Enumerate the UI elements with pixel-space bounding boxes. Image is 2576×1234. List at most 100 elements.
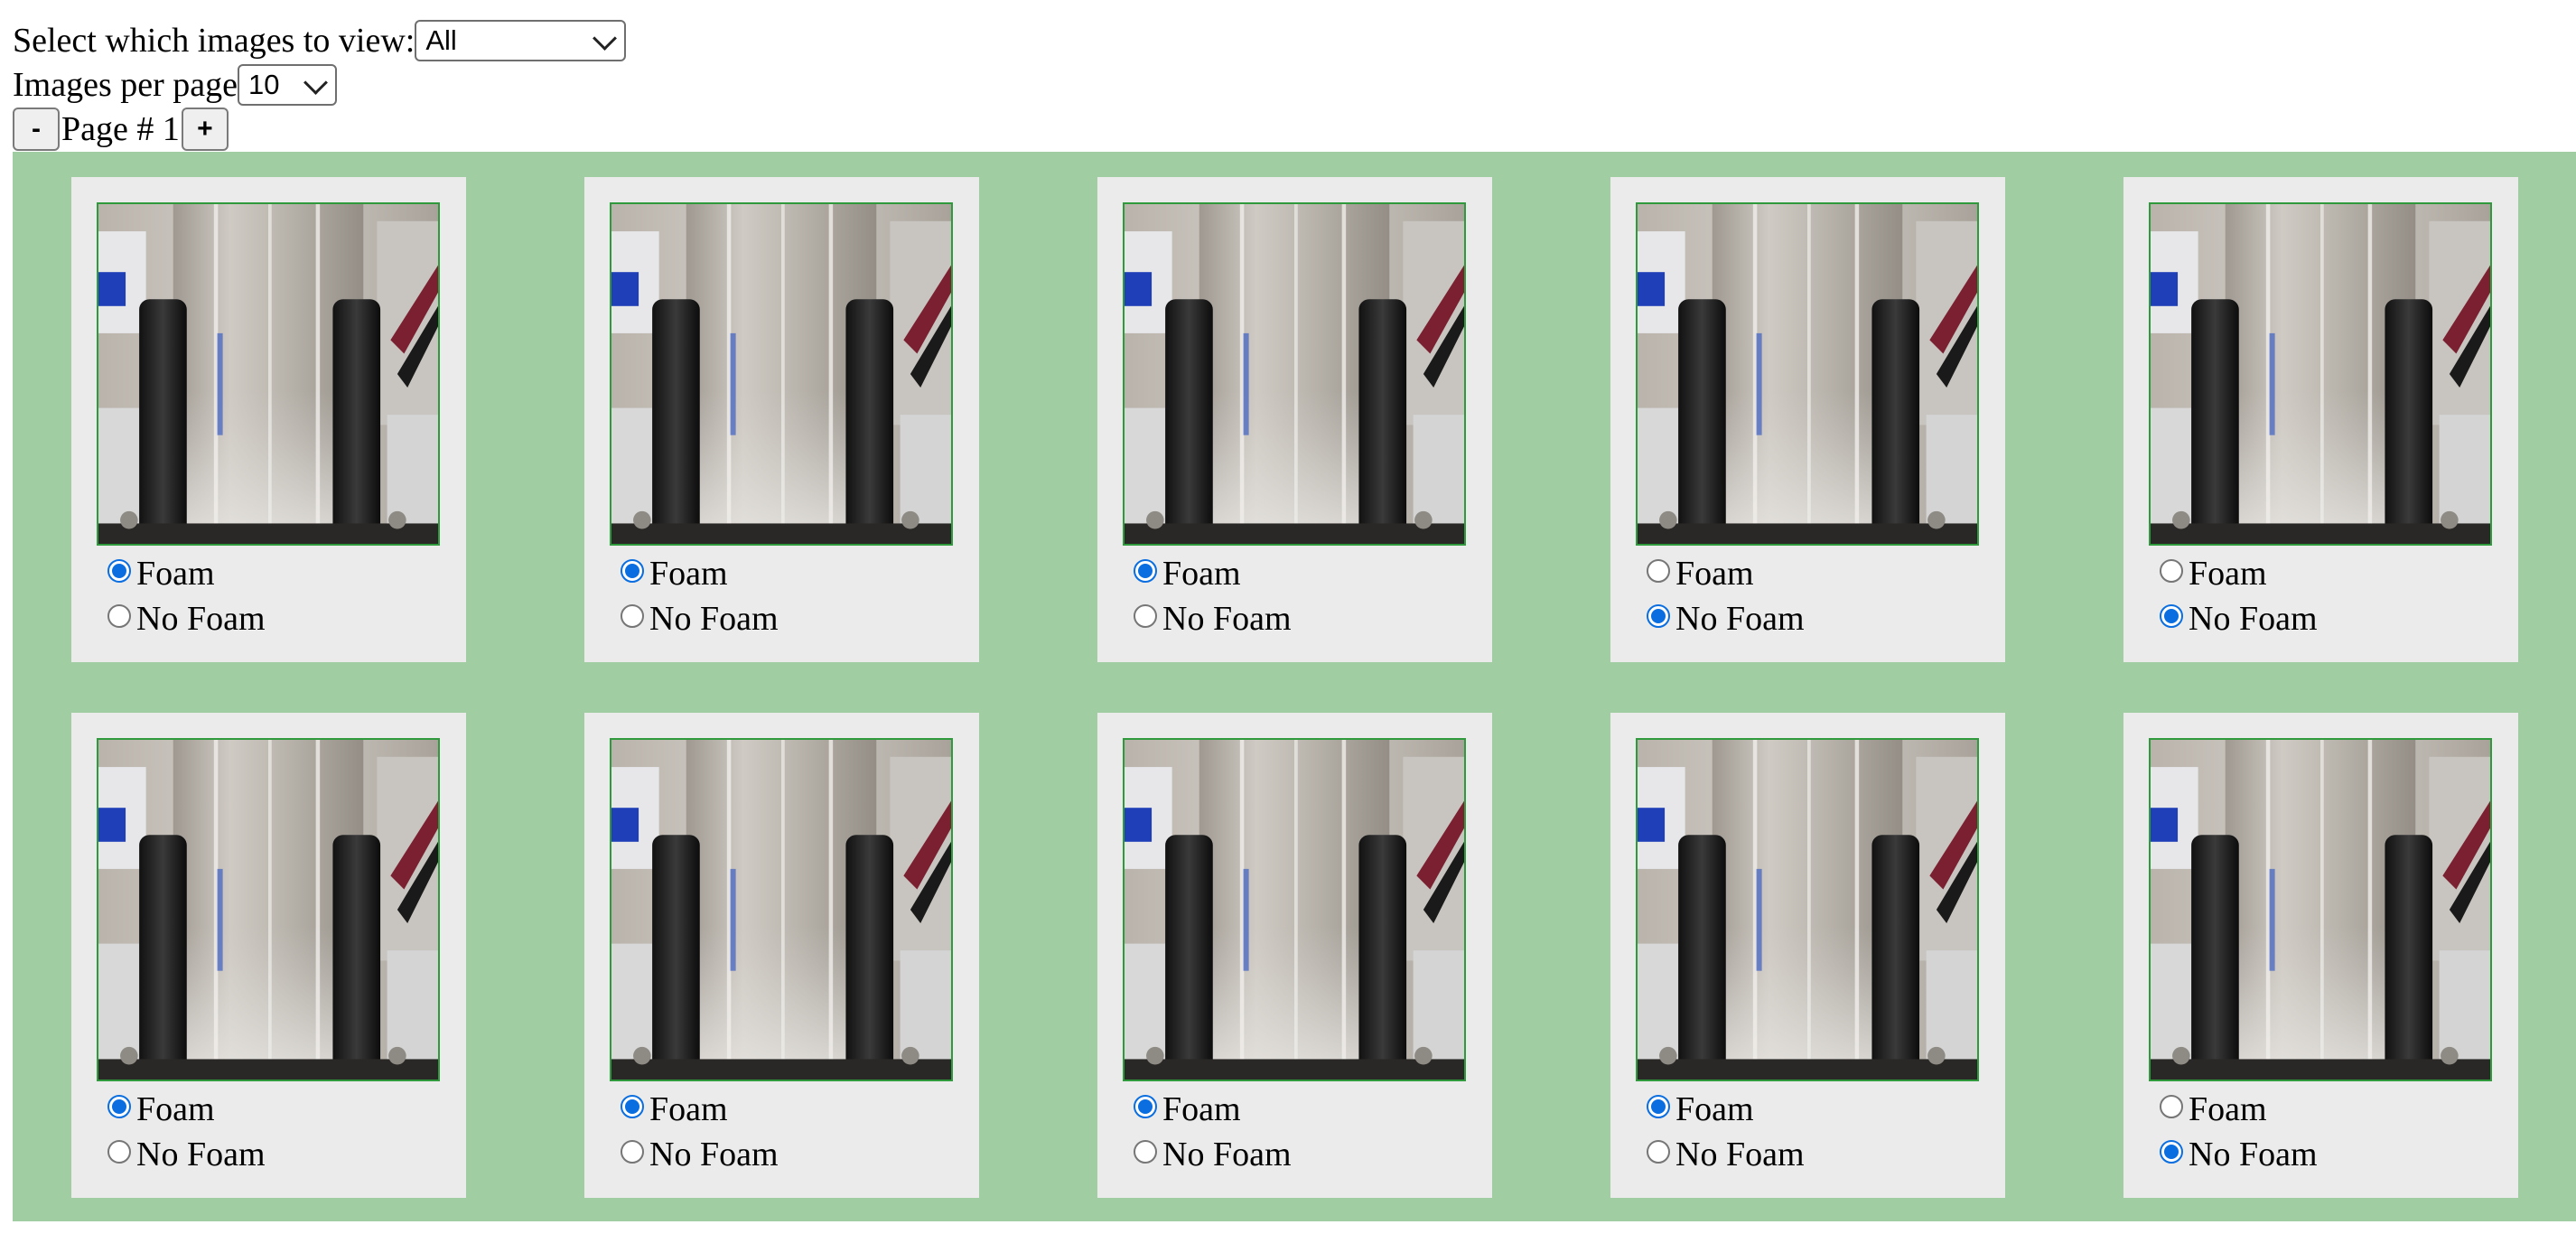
view-filter-value: All <box>425 24 457 56</box>
foam-radio-option[interactable]: Foam <box>107 556 215 591</box>
foam-sample-image-graphic <box>1125 740 1464 1080</box>
foam-radio-label: Foam <box>1675 1090 1754 1128</box>
no-foam-radio-option[interactable]: No Foam <box>621 1137 779 1172</box>
pagination-row: - Page # 1 + <box>13 108 229 151</box>
no-foam-radio-label: No Foam <box>136 1136 266 1173</box>
foam-radio-option[interactable]: Foam <box>1647 556 1754 591</box>
no-foam-radio[interactable] <box>1647 1140 1670 1164</box>
no-foam-radio[interactable] <box>107 1140 131 1164</box>
foam-radio[interactable] <box>1134 1095 1157 1118</box>
foam-sample-image-graphic <box>611 204 951 544</box>
previous-page-button[interactable]: - <box>13 108 60 151</box>
foam-radio-label: Foam <box>2189 555 2267 593</box>
no-foam-radio[interactable] <box>621 604 644 628</box>
image-gallery: Foam No Foam Foam No Foam Foam No Foam F… <box>13 152 2576 1221</box>
foam-radio-label: Foam <box>1675 555 1754 593</box>
no-foam-radio-option[interactable]: No Foam <box>107 1137 266 1172</box>
foam-sample-image-graphic <box>98 740 438 1080</box>
foam-radio[interactable] <box>2160 1095 2183 1118</box>
foam-radio[interactable] <box>1647 1095 1670 1118</box>
foam-sample-image <box>1636 202 1979 546</box>
foam-sample-image <box>610 202 953 546</box>
per-page-row: Images per page 10 <box>13 64 337 106</box>
foam-radio[interactable] <box>1134 559 1157 583</box>
chevron-down-icon <box>593 26 618 51</box>
foam-sample-image-graphic <box>611 740 951 1080</box>
foam-radio-option[interactable]: Foam <box>2160 556 2267 591</box>
foam-radio-label: Foam <box>649 555 728 593</box>
foam-radio-option[interactable]: Foam <box>107 1092 215 1126</box>
no-foam-radio[interactable] <box>1134 604 1157 628</box>
view-filter-row: Select which images to view: All <box>13 20 627 61</box>
foam-sample-image-graphic <box>1638 740 1977 1080</box>
no-foam-radio-label: No Foam <box>1162 600 1292 638</box>
image-card: Foam No Foam <box>584 713 979 1198</box>
foam-radio-label: Foam <box>1162 1090 1241 1128</box>
foam-sample-image <box>1123 738 1466 1081</box>
foam-sample-image <box>2149 738 2492 1081</box>
no-foam-radio[interactable] <box>1134 1140 1157 1164</box>
foam-sample-image <box>610 738 953 1081</box>
foam-sample-image-graphic <box>1638 204 1977 544</box>
no-foam-radio-option[interactable]: No Foam <box>621 602 779 636</box>
no-foam-radio-label: No Foam <box>1675 600 1805 638</box>
image-card: Foam No Foam <box>1610 177 2005 662</box>
foam-radio-label: Foam <box>649 1090 728 1128</box>
foam-sample-image-graphic <box>2151 740 2490 1080</box>
foam-sample-image-graphic <box>2151 204 2490 544</box>
no-foam-radio-option[interactable]: No Foam <box>2160 602 2318 636</box>
foam-radio-label: Foam <box>2189 1090 2267 1128</box>
no-foam-radio-label: No Foam <box>1162 1136 1292 1173</box>
foam-radio-label: Foam <box>136 1090 215 1128</box>
no-foam-radio-option[interactable]: No Foam <box>1134 1137 1292 1172</box>
page-number-label: Page # 1 <box>61 110 180 148</box>
foam-radio[interactable] <box>621 1095 644 1118</box>
no-foam-radio-option[interactable]: No Foam <box>1647 602 1805 636</box>
foam-sample-image-graphic <box>98 204 438 544</box>
foam-radio-label: Foam <box>136 555 215 593</box>
next-page-button[interactable]: + <box>181 108 229 151</box>
no-foam-radio-option[interactable]: No Foam <box>1134 602 1292 636</box>
foam-radio-option[interactable]: Foam <box>2160 1092 2267 1126</box>
view-filter-label: Select which images to view: <box>13 22 415 60</box>
no-foam-radio-option[interactable]: No Foam <box>2160 1137 2318 1172</box>
foam-sample-image <box>1123 202 1466 546</box>
no-foam-radio-option[interactable]: No Foam <box>1647 1137 1805 1172</box>
foam-radio-option[interactable]: Foam <box>621 556 728 591</box>
foam-sample-image-graphic <box>1125 204 1464 544</box>
foam-sample-image <box>97 202 440 546</box>
per-page-label: Images per page <box>13 66 238 104</box>
foam-radio-option[interactable]: Foam <box>621 1092 728 1126</box>
foam-radio-option[interactable]: Foam <box>1647 1092 1754 1126</box>
image-card: Foam No Foam <box>584 177 979 662</box>
no-foam-radio[interactable] <box>2160 1140 2183 1164</box>
foam-radio[interactable] <box>621 559 644 583</box>
foam-radio-option[interactable]: Foam <box>1134 1092 1241 1126</box>
foam-sample-image <box>97 738 440 1081</box>
no-foam-radio[interactable] <box>1647 604 1670 628</box>
no-foam-radio[interactable] <box>107 604 131 628</box>
per-page-value: 10 <box>248 69 280 100</box>
foam-sample-image <box>1636 738 1979 1081</box>
foam-radio[interactable] <box>107 559 131 583</box>
image-card: Foam No Foam <box>2123 177 2518 662</box>
image-card: Foam No Foam <box>71 177 466 662</box>
per-page-select[interactable]: 10 <box>238 64 337 106</box>
foam-radio-label: Foam <box>1162 555 1241 593</box>
no-foam-radio-label: No Foam <box>136 600 266 638</box>
image-card: Foam No Foam <box>1610 713 2005 1198</box>
no-foam-radio[interactable] <box>2160 604 2183 628</box>
view-filter-select[interactable]: All <box>415 20 627 61</box>
no-foam-radio-label: No Foam <box>649 600 779 638</box>
image-card: Foam No Foam <box>1097 177 1492 662</box>
foam-radio-option[interactable]: Foam <box>1134 556 1241 591</box>
no-foam-radio-label: No Foam <box>649 1136 779 1173</box>
no-foam-radio-option[interactable]: No Foam <box>107 602 266 636</box>
foam-sample-image <box>2149 202 2492 546</box>
foam-radio[interactable] <box>2160 559 2183 583</box>
no-foam-radio[interactable] <box>621 1140 644 1164</box>
foam-radio[interactable] <box>1647 559 1670 583</box>
foam-radio[interactable] <box>107 1095 131 1118</box>
no-foam-radio-label: No Foam <box>2189 1136 2318 1173</box>
image-card: Foam No Foam <box>2123 713 2518 1198</box>
